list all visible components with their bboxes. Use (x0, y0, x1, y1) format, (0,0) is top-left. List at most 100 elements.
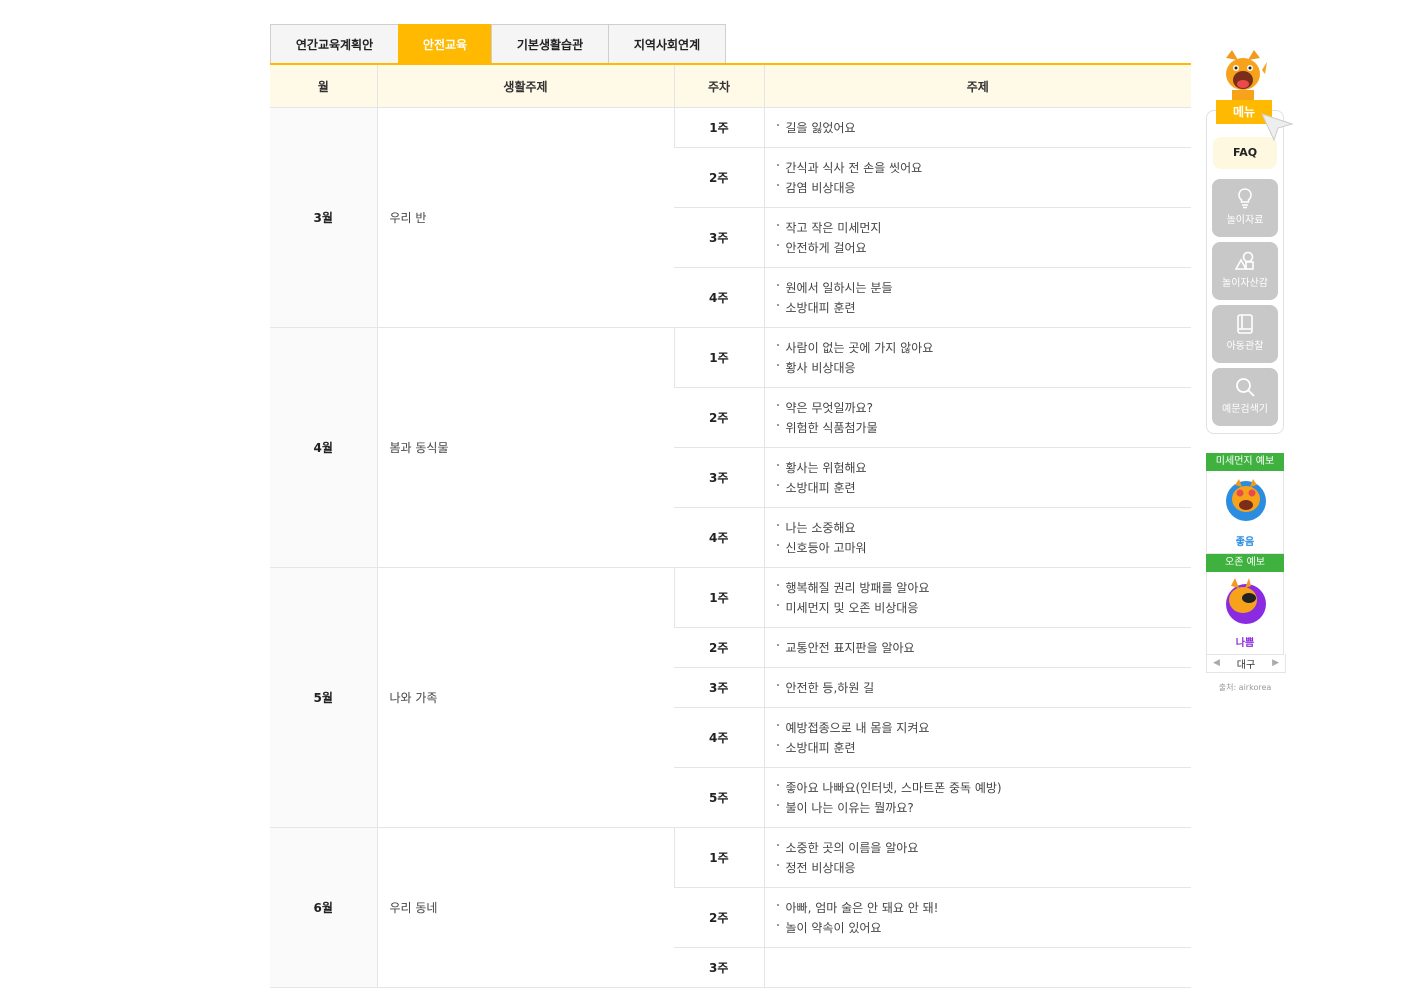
menu-item-label: 놀이자료 (1226, 215, 1264, 226)
menu-item-label: 놀이자산감 (1222, 278, 1268, 289)
tab-3[interactable]: 기본생활습관 (491, 24, 609, 63)
ozone-mascot-bad-icon (1226, 578, 1266, 624)
week-cell: 1주 (673, 107, 764, 148)
topic-item: 사람이 없는 곳에 가지 않아요 (776, 338, 1180, 358)
week-cell: 2주 (674, 627, 764, 668)
menu-item-label: 아동관찰 (1226, 341, 1264, 352)
topic-item: 정전 비상대응 (776, 858, 1180, 878)
week-cell: 3주 (674, 947, 764, 988)
theme-cell: 나와 가족 (376, 567, 674, 828)
dust-forecast-title: 미세먼지 예보 (1206, 453, 1284, 471)
week-cell: 3주 (674, 207, 764, 268)
topic-item: 신호등아 고마워 (776, 538, 1180, 558)
education-table-wrapper: 월 생활주제 주차 주제 3월 우리 반 1주 길을 잃었어요 2주 간식과 식사 전 손… (270, 63, 1191, 988)
topic-item: 아빠, 엄마 술은 안 돼요 안 돼! (776, 898, 1180, 918)
week-cell: 2주 (674, 147, 764, 208)
week-cell: 5주 (674, 767, 764, 828)
month-cell: 3월 (270, 107, 377, 328)
ozone-forecast-widget: 오존 예보 나쁨 (1206, 554, 1284, 655)
theme-cell: 우리 동네 (376, 827, 674, 988)
region-name: 대구 (1236, 659, 1256, 671)
menu-play-assets-button[interactable]: 놀이자산감 (1212, 242, 1278, 300)
region-selector: ◀ 대구 ▶ (1206, 654, 1286, 673)
topics-cell: 소중한 곳의 이름을 알아요 정전 비상대응 (763, 827, 1191, 888)
month-cell: 6월 (270, 827, 377, 988)
topics-cell: 행복해질 권리 방패를 알아요 미세먼지 및 오존 비상대응 (763, 567, 1191, 628)
mascot-icon (1226, 50, 1267, 104)
week-cell: 3주 (674, 447, 764, 508)
topics-cell (763, 947, 1191, 988)
month-cell: 4월 (270, 327, 377, 568)
topic-item: 약은 무엇일까요? (776, 398, 1180, 418)
table-row: 3월 우리 반 1주 길을 잃었어요 (270, 107, 1191, 328)
region-next-button[interactable]: ▶ (1266, 658, 1285, 668)
topic-item: 원에서 일하시는 분들 (776, 278, 1180, 298)
week-cell: 1주 (673, 827, 764, 888)
week-cell: 1주 (673, 327, 764, 388)
topics-cell: 사람이 없는 곳에 가지 않아요 황사 비상대응 (763, 327, 1191, 388)
topic-item: 길을 잃었어요 (776, 118, 1180, 138)
topics-cell: 약은 무엇일까요? 위험한 식품첨가물 (763, 387, 1191, 448)
topic-item: 소방대피 훈련 (776, 298, 1180, 318)
dust-forecast-widget: 미세먼지 예보 좋음 (1206, 453, 1284, 554)
topics-cell: 황사는 위험해요 소방대피 훈련 (763, 447, 1191, 508)
search-icon (1236, 378, 1255, 397)
cursor-arrow-icon (1261, 113, 1294, 142)
forecast-source: 출처: airkorea (1218, 683, 1272, 692)
week-cell: 4주 (674, 267, 764, 328)
topics-cell: 길을 잃었어요 (763, 107, 1191, 148)
topics-cell: 좋아요 나빠요(인터넷, 스마트폰 중독 예방) 불이 나는 이유는 뭘까요? (763, 767, 1191, 828)
topic-item: 황사는 위험해요 (776, 458, 1180, 478)
topic-item: 교통안전 표지판을 알아요 (776, 638, 1180, 658)
week-cell: 2주 (674, 387, 764, 448)
tab-bar: 연간교육계획안 안전교육 기본생활습관 지역사회연계 (270, 24, 726, 64)
week-cell: 4주 (674, 707, 764, 768)
table-row: 6월 우리 동네 1주 소중한 곳의 이름을 알아요 정전 비상대응 (270, 827, 1191, 988)
topic-item: 감염 비상대응 (776, 178, 1180, 198)
dust-forecast-body: 좋음 (1206, 471, 1284, 554)
lightbulb-icon (1238, 188, 1252, 209)
topics-cell: 예방접종으로 내 몸을 지켜요 소방대피 훈련 (763, 707, 1191, 768)
table-row: 5월 나와 가족 1주 행복해질 권리 방패를 알아요 미세먼지 및 오존 비상대응 (270, 567, 1191, 828)
shapes-icon (1234, 251, 1254, 270)
topic-item: 불이 나는 이유는 뭘까요? (776, 798, 1180, 818)
topic-item: 간식과 식사 전 손을 씻어요 (776, 158, 1180, 178)
topics-cell: 안전한 등,하원 길 (763, 667, 1191, 708)
topic-item: 안전하게 걸어요 (776, 238, 1180, 258)
topics-cell: 간식과 식사 전 손을 씻어요 감염 비상대응 (763, 147, 1191, 208)
menu-item-label: 예문검색기 (1222, 404, 1268, 415)
menu-play-materials-button[interactable]: 놀이자료 (1212, 179, 1278, 237)
tab-4[interactable]: 지역사회연계 (608, 24, 726, 63)
topic-item: 예방접종으로 내 몸을 지켜요 (776, 718, 1180, 738)
dust-forecast-status: 좋음 (1235, 537, 1255, 548)
week-cell: 2주 (674, 887, 764, 948)
header-month: 월 (270, 63, 377, 108)
topic-item: 소중한 곳의 이름을 알아요 (776, 838, 1180, 858)
topics-cell: 나는 소중해요 신호등아 고마워 (763, 507, 1191, 568)
topic-item: 황사 비상대응 (776, 358, 1180, 378)
topic-item: 좋아요 나빠요(인터넷, 스마트폰 중독 예방) (776, 778, 1180, 798)
topic-item: 행복해질 권리 방패를 알아요 (776, 578, 1180, 598)
menu-sentence-search-button[interactable]: 예문검색기 (1212, 368, 1278, 426)
topics-cell: 원에서 일하시는 분들 소방대피 훈련 (763, 267, 1191, 328)
safety-education-table: 월 생활주제 주차 주제 3월 우리 반 1주 길을 잃었어요 2주 간식과 식사 전 손… (270, 63, 1191, 988)
month-cell: 5월 (270, 567, 377, 828)
topics-cell: 교통안전 표지판을 알아요 (763, 627, 1191, 668)
header-week: 주차 (673, 63, 764, 108)
ozone-forecast-body: 나쁨 (1206, 572, 1284, 655)
topic-item: 놀이 약속이 있어요 (776, 918, 1180, 938)
tab-1[interactable]: 연간교육계획안 (270, 24, 399, 63)
topic-item: 작고 작은 미세먼지 (776, 218, 1180, 238)
tab-2[interactable]: 안전교육 (398, 24, 492, 63)
header-topic: 주제 (763, 63, 1191, 108)
book-icon (1237, 314, 1253, 334)
theme-cell: 우리 반 (376, 107, 674, 328)
region-prev-button[interactable]: ◀ (1207, 658, 1226, 668)
header-theme: 생활주제 (376, 63, 674, 108)
topic-item: 나는 소중해요 (776, 518, 1180, 538)
menu-child-observation-button[interactable]: 아동관찰 (1212, 305, 1278, 363)
ozone-forecast-title: 오존 예보 (1206, 554, 1284, 572)
ozone-forecast-status: 나쁨 (1235, 638, 1255, 649)
topic-item: 소방대피 훈련 (776, 738, 1180, 758)
topic-item: 소방대피 훈련 (776, 478, 1180, 498)
